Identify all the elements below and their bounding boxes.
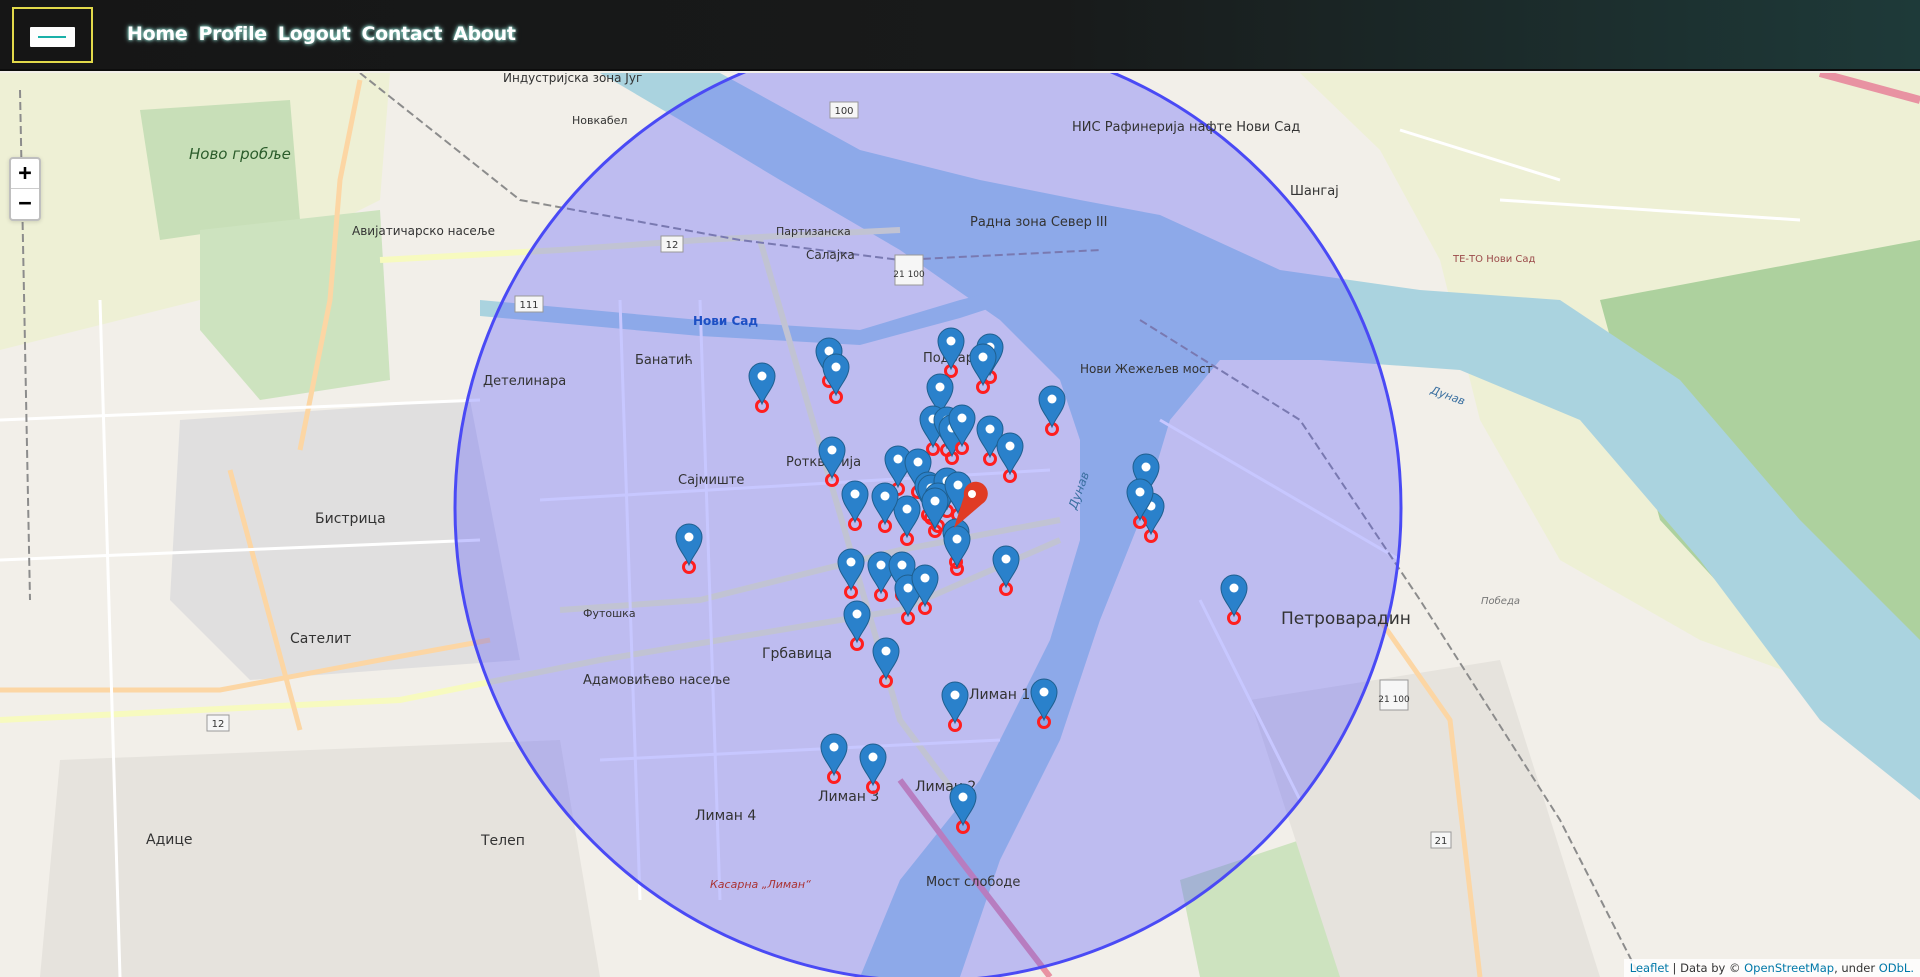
odbl-link[interactable]: ODbL. [1879,961,1914,975]
label-satelit: Сателит [290,631,351,647]
navbar: Home Profile Logout Contact About [0,0,1920,71]
site-logo[interactable] [12,7,93,63]
label-kasarna: Касарна „Лиман“ [710,878,811,891]
zoom-control: + − [9,157,41,221]
label-grbavica: Грбавица [762,646,832,662]
label-banatic: Банатић [635,353,693,368]
nav-profile[interactable]: Profile [198,23,267,45]
label-sangaj: Шангај [1290,184,1339,199]
shield-21: 21 [1435,836,1448,847]
label-petrovaradin: Петроварадин [1281,609,1411,629]
label-industrial-zone: Индустријска зона Југ [503,73,642,85]
shield-100: 100 [834,106,853,117]
zoom-out-button[interactable]: − [11,189,39,219]
label-most-slobode: Мост слободе [926,875,1020,890]
nav-about[interactable]: About [453,23,516,45]
shield-12-south: 12 [212,719,225,730]
label-bistrica: Бистрица [315,511,386,527]
nav-home[interactable]: Home [127,23,188,45]
radius-circle[interactable] [453,73,1403,977]
residential-southwest [40,740,600,977]
shield-21-100-north: 21 100 [893,270,925,280]
shield-21-100-south: 21 100 [1378,695,1410,705]
nav-logout[interactable]: Logout [278,23,351,45]
leaflet-link[interactable]: Leaflet [1630,961,1669,975]
label-radna-zona: Радна зона Север III [970,215,1107,230]
label-te-to: ТЕ-ТО Нови Сад [1452,254,1536,265]
label-nis: НИС Рафинерија нафте Нови Сад [1072,120,1300,135]
label-adice: Адице [146,832,193,848]
map-attribution: Leaflet | Data by © OpenStreetMap, under… [1623,959,1920,977]
label-novi-sad: Нови Сад [693,314,758,328]
label-liman1: Лиман 1 [969,687,1030,703]
label-novo-groblje: Ново гробље [189,145,291,163]
label-futoska: Футошка [583,607,636,620]
label-partizanska: Партизанска [776,225,851,238]
zoom-in-button[interactable]: + [11,159,39,189]
label-pobeda: Победа [1481,595,1520,607]
label-salajka: Салајка [806,248,855,262]
map[interactable]: Индустријска зона Југ Новкабел Ново гроб… [0,73,1920,977]
label-sajmiste: Сајмиште [678,473,744,488]
label-detelinara: Детелинара [483,374,566,389]
shield-111: 111 [519,300,538,311]
attribution-sep: | Data by © [1668,961,1745,975]
label-novkabel: Новкабел [572,114,627,127]
osm-link[interactable]: OpenStreetMap [1744,961,1834,975]
label-liman4: Лиман 4 [695,808,756,824]
nav-contact[interactable]: Contact [362,23,443,45]
label-novi-zezeljev: Нови Жежељев мост [1080,362,1213,376]
nav-links: Home Profile Logout Contact About [127,23,516,45]
logo-image [30,27,75,47]
shield-12-north: 12 [666,240,679,251]
attribution-under: , under [1834,961,1879,975]
cemetery-area [140,100,300,240]
label-adamovicevo: Адамовићево насеље [583,673,730,688]
map-tiles[interactable]: Индустријска зона Југ Новкабел Ново гроб… [0,73,1920,977]
label-avijaticarsko: Авијатичарско насеље [352,224,495,238]
label-telep: Телеп [480,833,525,849]
